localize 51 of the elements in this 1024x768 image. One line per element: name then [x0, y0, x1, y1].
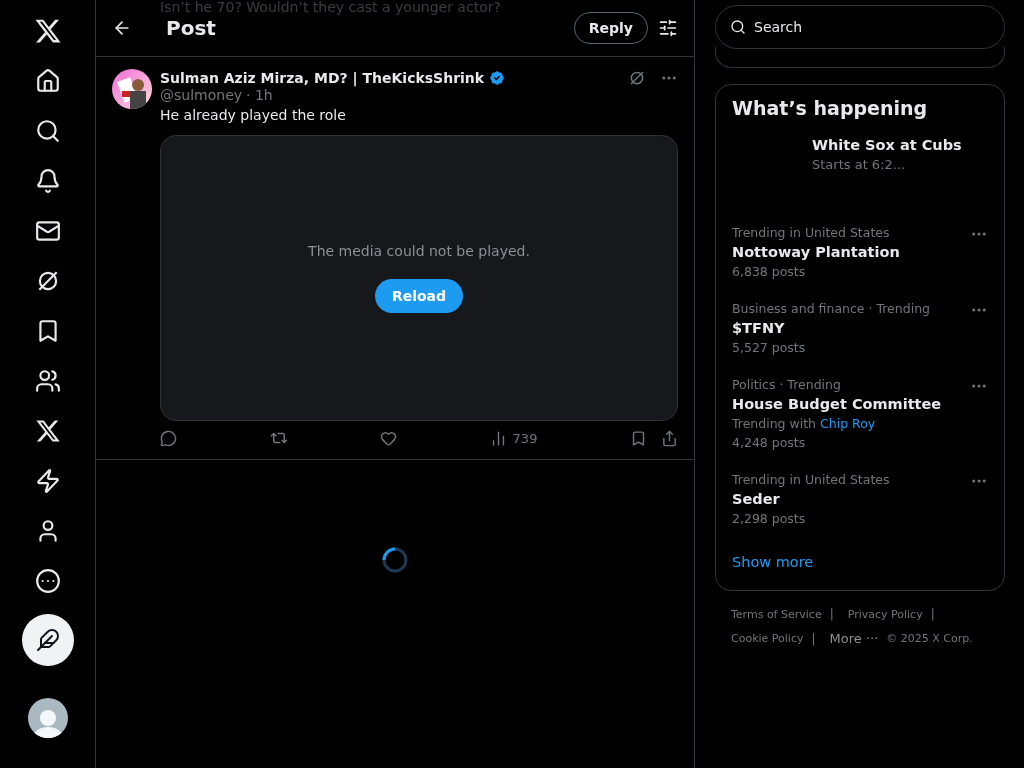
search-input[interactable]: Search: [752, 18, 990, 36]
trend-item[interactable]: Politics · Trending House Budget Committee Trending with Chip Roy 4,248 posts: [716, 367, 1004, 462]
reply-icon[interactable]: [160, 429, 177, 447]
share-icon[interactable]: [660, 429, 678, 447]
separator: |: [811, 631, 816, 646]
event-title[interactable]: White Sox at Cubs: [812, 137, 988, 153]
feather-icon: [35, 628, 60, 652]
views-button[interactable]: 739: [489, 429, 538, 447]
x-logo-icon[interactable]: [33, 17, 62, 45]
search-icon: [730, 19, 746, 35]
x-logo-icon[interactable]: [34, 418, 61, 444]
media-error-text: The media could not be played.: [308, 243, 530, 259]
compose-button[interactable]: [21, 614, 74, 666]
loading-spinner: [381, 546, 409, 574]
trend-context: Business and finance · Trending: [732, 301, 930, 316]
author-name[interactable]: Sulman Aziz Mirza, MD? | TheKicksShrink: [160, 70, 485, 86]
post-text: He already played the role: [160, 107, 347, 123]
trend-title: Seder: [732, 491, 781, 507]
trend-title: House Budget Committee: [732, 396, 942, 412]
trending-with-text: Trending with Chip Roy: [732, 416, 877, 431]
author-handle[interactable]: @sulmoney: [160, 87, 243, 103]
post-count: 5,527 posts: [732, 340, 807, 355]
trend-context: Politics · Trending: [732, 377, 842, 392]
event-subtitle: Starts at 6:2...: [812, 157, 907, 172]
card-title: What’s happening: [731, 96, 929, 121]
post-count: 2,298 posts: [732, 511, 807, 526]
sliders-icon[interactable]: [658, 18, 678, 38]
footer-link[interactable]: Cookie Policy: [731, 632, 804, 645]
trend-context: Trending in United States: [732, 225, 891, 240]
post-count: 4,248 posts: [732, 435, 807, 450]
show-more-link[interactable]: Show more: [716, 538, 1004, 584]
more-link[interactable]: More ···: [829, 631, 879, 646]
author-avatar[interactable]: [112, 69, 152, 109]
trend-context: Trending in United States: [732, 472, 890, 487]
trend-item[interactable]: Trending in United States Seder 2,298 posts: [716, 462, 1004, 538]
trend-item[interactable]: Trending in United States Nottoway Plantation 6,838 posts: [716, 215, 1004, 291]
post-time: · 1h: [246, 87, 273, 103]
footer-link[interactable]: Privacy Policy: [847, 607, 923, 621]
post-count: 6,838 posts: [732, 264, 807, 279]
avatar-icon[interactable]: [27, 698, 68, 738]
page-title: Post: [166, 16, 217, 40]
separator: |: [930, 607, 935, 621]
footer-link[interactable]: Terms of Service: [731, 607, 822, 621]
like-icon[interactable]: [380, 429, 398, 447]
trend-title: Nottoway Plantation: [732, 244, 900, 260]
trend-item[interactable]: Business and finance · Trending $TFNY 5,527 posts: [716, 291, 1004, 367]
trend-link[interactable]: Chip Roy: [820, 416, 876, 431]
trend-title: $TFNY: [732, 320, 786, 336]
previous-post-text: Isn’t he 70? Wouldn’t they cast a younger actor?: [160, 0, 501, 14]
copyright-text: © 2025 X Corp.: [886, 632, 973, 645]
separator: |: [829, 607, 834, 621]
